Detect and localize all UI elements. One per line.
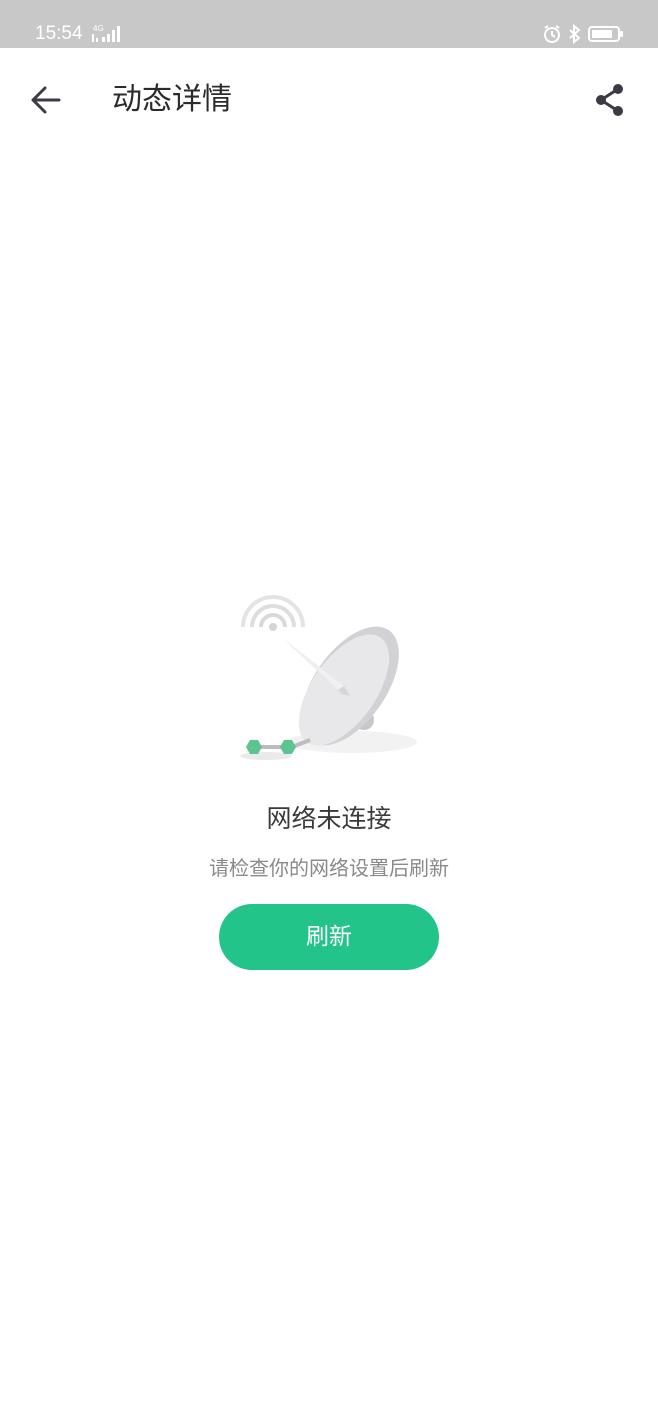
empty-state-subtitle: 请检查你的网络设置后刷新 [209,856,449,880]
satellite-dish-illustration [240,595,417,760]
signal-icon: 4G [92,24,120,42]
status-time: 15:54 [35,23,83,44]
bluetooth-icon [569,24,581,44]
share-button[interactable] [586,76,634,124]
status-icons [542,22,624,46]
refresh-button[interactable]: 刷新 [219,904,439,970]
arrow-left-icon [31,86,61,114]
battery-icon [588,26,623,42]
status-bar: 15:54 4G [0,0,658,48]
page-title: 动态详情 [112,82,232,117]
back-button[interactable] [22,76,70,124]
alarm-icon [544,25,560,43]
network-type-label: 4G [93,24,104,33]
app-bar: 动态详情 [0,48,658,152]
empty-state-title: 网络未连接 [266,804,392,833]
share-icon [596,84,623,116]
